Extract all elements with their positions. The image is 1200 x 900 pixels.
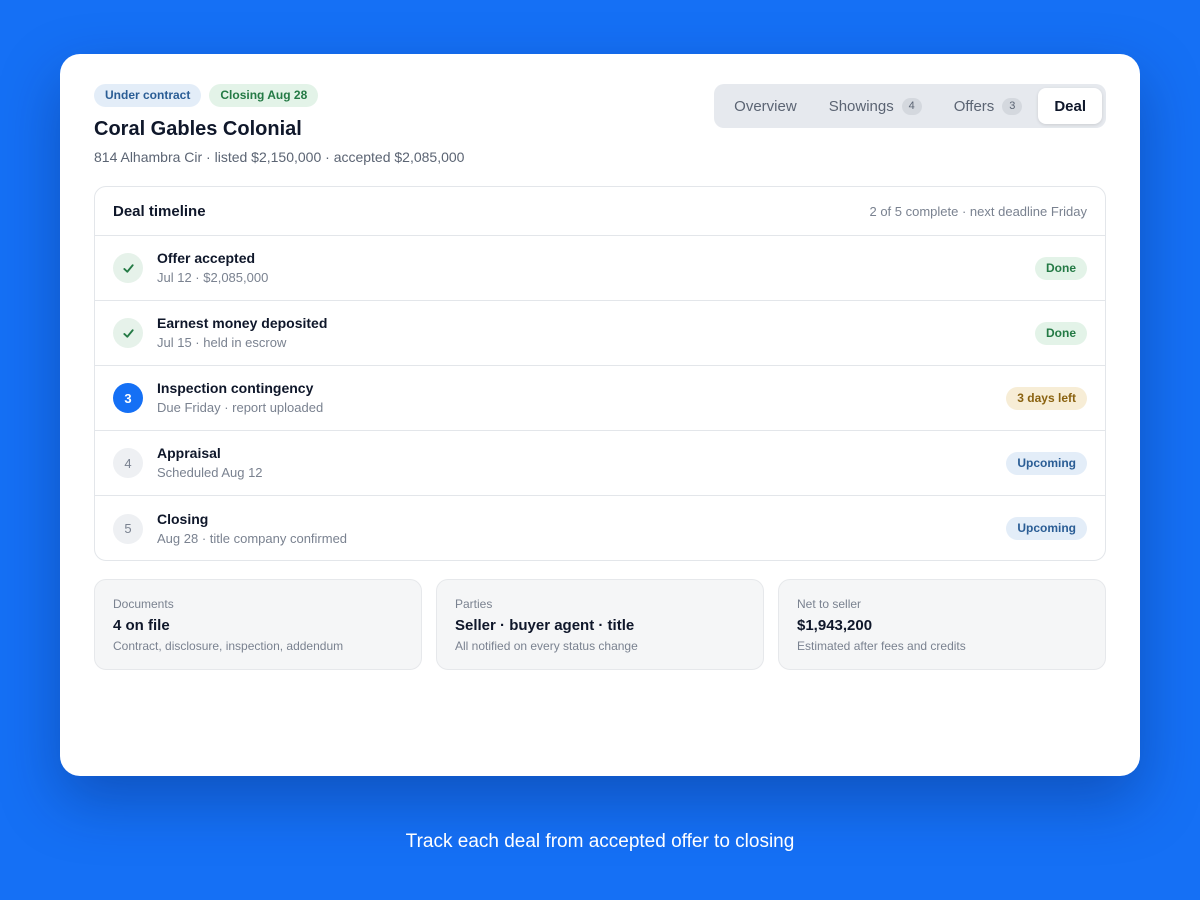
step-title: Inspection contingency bbox=[157, 380, 314, 396]
step-title: Appraisal bbox=[157, 445, 221, 461]
timeline-summary: 2 of 5 complete · next deadline Friday bbox=[869, 203, 1087, 219]
step-status-badge: 3 days left bbox=[1006, 386, 1087, 410]
status-badge-closing-date: Closing Aug 28 bbox=[209, 84, 319, 107]
timeline-step-earnest-money[interactable]: Earnest money deposited Jul 15 · held in… bbox=[95, 301, 1105, 366]
card-value: $1,943,200 bbox=[797, 617, 873, 634]
check-icon bbox=[113, 253, 143, 283]
tab-offers[interactable]: Offers 3 bbox=[938, 88, 1039, 124]
status-badge-under-contract: Under contract bbox=[94, 84, 202, 107]
documents-card[interactable]: Documents 4 on file Contract, disclosure… bbox=[94, 579, 422, 670]
timeline-step-appraisal[interactable]: 4 Appraisal Scheduled Aug 12 Upcoming bbox=[95, 431, 1105, 496]
step-status-badge: Done bbox=[1035, 321, 1087, 345]
tab-showings[interactable]: Showings 4 bbox=[813, 88, 938, 124]
tab-deal[interactable]: Deal bbox=[1038, 88, 1102, 124]
tab-label: Overview bbox=[734, 97, 797, 115]
tab-label: Deal bbox=[1054, 97, 1086, 115]
timeline-step-closing[interactable]: 5 Closing Aug 28 · title company confirm… bbox=[95, 496, 1105, 560]
deal-timeline: Deal timeline 2 of 5 complete · next dea… bbox=[94, 186, 1106, 561]
check-icon bbox=[113, 318, 143, 348]
showings-count-badge: 4 bbox=[901, 97, 922, 115]
card-value: 4 on file bbox=[113, 617, 170, 634]
step-title: Offer accepted bbox=[157, 250, 256, 266]
marketing-caption: Track each deal from accepted offer to c… bbox=[405, 831, 795, 852]
tab-overview[interactable]: Overview bbox=[718, 88, 813, 124]
step-status-badge: Upcoming bbox=[1006, 451, 1087, 475]
step-number: 3 bbox=[113, 383, 143, 413]
page-title: Coral Gables Colonial bbox=[94, 118, 302, 140]
step-detail: Jul 15 · held in escrow bbox=[157, 335, 287, 350]
deal-card: Under contract Closing Aug 28 Coral Gabl… bbox=[60, 54, 1140, 776]
summary-cards: Documents 4 on file Contract, disclosure… bbox=[94, 579, 1106, 670]
timeline-heading: Deal timeline bbox=[113, 202, 206, 220]
tab-bar: Overview Showings 4 Offers 3 Deal bbox=[714, 84, 1106, 128]
card-label: Net to seller bbox=[797, 597, 862, 611]
step-number: 4 bbox=[113, 448, 143, 478]
step-number: 5 bbox=[113, 513, 143, 544]
step-detail: Aug 28 · title company confirmed bbox=[157, 530, 348, 546]
step-detail: Scheduled Aug 12 bbox=[157, 465, 263, 480]
card-description: All notified on every status change bbox=[455, 639, 638, 653]
timeline-step-inspection[interactable]: 3 Inspection contingency Due Friday · re… bbox=[95, 366, 1105, 431]
step-detail: Due Friday · report uploaded bbox=[157, 400, 324, 415]
timeline-step-offer-accepted[interactable]: Offer accepted Jul 12 · $2,085,000 Done bbox=[95, 236, 1105, 301]
tab-label: Showings bbox=[828, 97, 894, 115]
card-value: Seller · buyer agent · title bbox=[455, 617, 635, 634]
step-status-badge: Done bbox=[1035, 256, 1087, 280]
card-description: Contract, disclosure, inspection, addend… bbox=[113, 639, 344, 653]
step-detail: Jul 12 · $2,085,000 bbox=[157, 270, 269, 285]
step-title: Earnest money deposited bbox=[157, 315, 328, 331]
parties-card[interactable]: Parties Seller · buyer agent · title All… bbox=[436, 579, 764, 670]
tab-label: Offers bbox=[953, 97, 995, 115]
timeline-header: Deal timeline 2 of 5 complete · next dea… bbox=[95, 187, 1105, 236]
step-title: Closing bbox=[157, 510, 209, 527]
net-to-seller-card[interactable]: Net to seller $1,943,200 Estimated after… bbox=[778, 579, 1106, 670]
card-label: Documents bbox=[113, 597, 174, 611]
card-label: Parties bbox=[455, 597, 493, 611]
card-description: Estimated after fees and credits bbox=[797, 639, 966, 653]
property-subtitle: 814 Alhambra Cir · listed $2,150,000 · a… bbox=[94, 149, 465, 165]
offers-count-badge: 3 bbox=[1002, 97, 1023, 115]
step-status-badge: Upcoming bbox=[1006, 517, 1087, 540]
status-badges: Under contract Closing Aug 28 bbox=[94, 84, 319, 107]
